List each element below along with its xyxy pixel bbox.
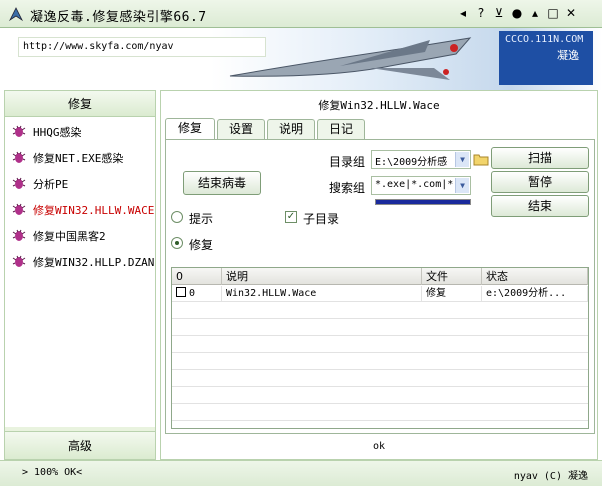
progress-bar (375, 199, 471, 205)
dropdown-icon[interactable]: ⊻ (491, 5, 507, 22)
main-panel: 修复Win32.HLLW.Wace 修复 设置 说明 日记 结束病毒 目录组 E… (160, 90, 598, 460)
repair-radio-label: 修复 (189, 238, 214, 252)
prompt-radio[interactable] (171, 211, 183, 223)
title-bar: 凝逸反毒.修复感染引擎66.7 ◂ ? ⊻ ● ▴ □ ✕ (0, 0, 602, 28)
sidebar-item-label: 修复WIN32.HLLP.DZAN (33, 256, 155, 269)
table-row-empty (172, 354, 588, 370)
chevron-down-icon[interactable]: ▼ (455, 178, 469, 193)
row-status: e:\2009分析... (482, 286, 588, 302)
brand-logo: CCCO.111N.COM 凝逸 (499, 31, 593, 85)
progress-status: > 100% OK< (22, 467, 83, 478)
bug-icon (12, 203, 26, 215)
close-icon[interactable]: ✕ (563, 5, 579, 22)
bug-icon (12, 151, 26, 163)
bug-icon (12, 125, 26, 137)
tab-repair[interactable]: 修复 (165, 118, 215, 139)
column-header-index[interactable]: 0 (172, 268, 222, 285)
maximize-icon[interactable]: □ (545, 5, 561, 22)
subdir-checkbox[interactable]: ✓ (285, 211, 297, 223)
column-header-file[interactable]: 文件 (422, 268, 482, 285)
table-row-empty (172, 337, 588, 353)
sidebar-item-win32-hllw-wace[interactable]: 修复WIN32.HLLW.WACE (11, 199, 155, 219)
end-button[interactable]: 结束 (491, 195, 589, 217)
search-group-select[interactable]: *.exe|*.com|* ▼ (371, 176, 471, 195)
row-checkbox[interactable] (176, 287, 186, 297)
row-index: 0 (189, 288, 196, 299)
help-icon[interactable]: ? (473, 5, 489, 22)
table-header: 0 说明 文件 状态 (172, 268, 588, 285)
dot-icon[interactable]: ● (509, 5, 525, 22)
bug-icon (12, 229, 26, 241)
sidebar-item-label: 修复中国黑客2 (33, 230, 106, 243)
repair-radio[interactable] (171, 237, 183, 249)
table-row-empty (172, 405, 588, 421)
copyright: nyav (C) 凝逸 (513, 471, 588, 482)
bug-icon (12, 177, 26, 189)
app-icon (8, 7, 24, 22)
search-group-label: 搜索组 (329, 181, 366, 195)
end-virus-button[interactable]: 结束病毒 (183, 171, 261, 195)
brand-site: CCCO.111N.COM (505, 34, 584, 45)
table-row-empty (172, 388, 588, 404)
window-title: 凝逸反毒.修复感染引擎66.7 (30, 10, 207, 25)
tab-help[interactable]: 说明 (267, 119, 315, 139)
search-group-value: *.exe|*.com|* (375, 179, 454, 190)
row-index-cell[interactable]: 0 (172, 286, 222, 302)
status-bar: > 100% OK< nyav (C) 凝逸 (0, 460, 602, 486)
dir-group-value: E:\2009分析感 (375, 157, 448, 168)
table-row-empty (172, 371, 588, 387)
table-row-empty (172, 320, 588, 336)
sidebar-item-hhqg[interactable]: HHQG感染 (11, 121, 153, 141)
column-header-desc[interactable]: 说明 (222, 268, 422, 285)
page-title: 修复Win32.HLLW.Wace (318, 99, 440, 112)
sidebar-item-net-exe[interactable]: 修复NET.EXE感染 (11, 147, 153, 167)
advanced-button[interactable]: 高级 (5, 431, 155, 459)
sidebar-header[interactable]: 修复 (5, 91, 155, 117)
sidebar-list: HHQG感染 修复NET.EXE感染 分析PE 修复WIN32.HLLW.WAC… (5, 117, 155, 427)
column-header-status[interactable]: 状态 (482, 268, 588, 285)
sidebar-item-label: 分析PE (33, 178, 69, 191)
brand-name: 凝逸 (557, 49, 579, 62)
sidebar-item-label: 修复WIN32.HLLW.WACE (33, 204, 155, 217)
minimize-icon[interactable]: ▴ (527, 5, 543, 22)
sidebar-item-label: 修复NET.EXE感染 (33, 152, 124, 165)
subdir-checkbox-label: 子目录 (303, 212, 340, 226)
sidebar-item-china-hacker[interactable]: 修复中国黑客2 (11, 225, 153, 245)
banner: http://www.skyfa.com/nyav CCCO.111N.COM … (0, 28, 602, 90)
dir-group-label: 目录组 (329, 155, 366, 169)
sidebar: 修复 HHQG感染 修复NET.EXE感染 分析PE 修复WIN32.HLLW.… (4, 90, 156, 460)
row-desc: Win32.HLLW.Wace (222, 286, 422, 302)
tab-settings[interactable]: 设置 (217, 119, 265, 139)
pause-button[interactable]: 暂停 (491, 171, 589, 193)
row-file: 修复 (422, 286, 482, 302)
chevron-down-icon[interactable]: ▼ (455, 152, 469, 167)
prompt-radio-label: 提示 (189, 212, 214, 226)
sidebar-item-win32-hllp-dzan[interactable]: 修复WIN32.HLLP.DZAN (11, 251, 155, 271)
status-text: ok (372, 441, 386, 452)
sidebar-item-label: HHQG感染 (33, 126, 82, 139)
sidebar-item-analyze-pe[interactable]: 分析PE (11, 173, 153, 193)
dir-group-select[interactable]: E:\2009分析感 ▼ (371, 150, 471, 169)
results-table: 0 说明 文件 状态 0 Win32.HLLW.Wace 修复 e:\2009分… (171, 267, 589, 429)
table-row-empty (172, 303, 588, 319)
scan-button[interactable]: 扫描 (491, 147, 589, 169)
back-icon[interactable]: ◂ (455, 5, 471, 22)
tab-log[interactable]: 日记 (317, 119, 365, 139)
jet-illustration (229, 37, 472, 80)
folder-icon[interactable] (473, 152, 489, 166)
table-row[interactable]: 0 Win32.HLLW.Wace 修复 e:\2009分析... (172, 286, 588, 302)
bug-icon (12, 255, 26, 267)
